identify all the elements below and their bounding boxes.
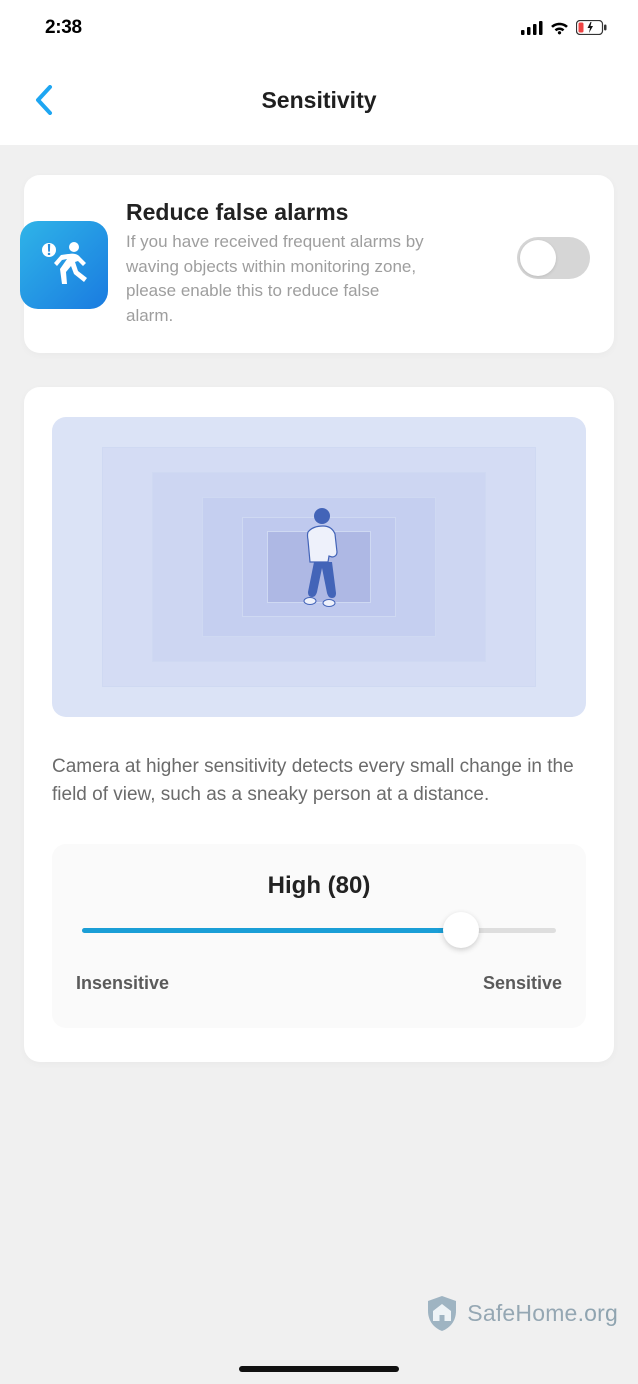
running-alert-icon: ! (20, 221, 108, 309)
reduce-false-alarms-card: ! Reduce false alarms If you have receiv… (24, 175, 614, 353)
toggle-knob (520, 240, 556, 276)
cellular-icon (521, 21, 543, 35)
svg-text:!: ! (46, 242, 51, 259)
shield-house-icon (425, 1294, 459, 1332)
sensitivity-description: Camera at higher sensitivity detects eve… (52, 753, 586, 810)
sensitivity-illustration (52, 417, 586, 717)
wifi-icon (549, 20, 570, 35)
walking-person-icon (292, 506, 346, 610)
reduce-false-alarms-title: Reduce false alarms (126, 199, 499, 226)
slider-max-label: Sensitive (483, 973, 562, 994)
slider-fill (82, 928, 461, 933)
running-person-icon: ! (33, 234, 95, 296)
slider-min-label: Insensitive (76, 973, 169, 994)
back-button[interactable] (22, 78, 66, 122)
sensitivity-slider[interactable] (82, 928, 556, 933)
slider-range-labels: Insensitive Sensitive (76, 973, 562, 994)
watermark-brand: SafeHome.org (467, 1300, 618, 1327)
sensitivity-value-label: High (80) (76, 872, 562, 900)
status-time: 2:38 (45, 17, 82, 39)
chevron-left-icon (35, 85, 53, 115)
reduce-false-alarms-body: Reduce false alarms If you have received… (126, 199, 499, 329)
sensitivity-slider-card: High (80) Insensitive Sensitive (52, 844, 586, 1028)
reduce-false-alarms-description: If you have received frequent alarms by … (126, 230, 426, 329)
nav-bar: Sensitivity (0, 55, 638, 145)
page-title: Sensitivity (261, 87, 376, 114)
status-icons (521, 20, 608, 35)
reduce-false-alarms-toggle[interactable] (517, 237, 590, 279)
safehome-watermark: SafeHome.org (425, 1294, 618, 1332)
home-indicator[interactable] (239, 1366, 399, 1372)
battery-charging-icon (576, 20, 608, 35)
slider-thumb[interactable] (443, 912, 479, 948)
sensitivity-card: Camera at higher sensitivity detects eve… (24, 387, 614, 1062)
status-bar: 2:38 (0, 0, 638, 55)
content-area: ! Reduce false alarms If you have receiv… (0, 145, 638, 1384)
